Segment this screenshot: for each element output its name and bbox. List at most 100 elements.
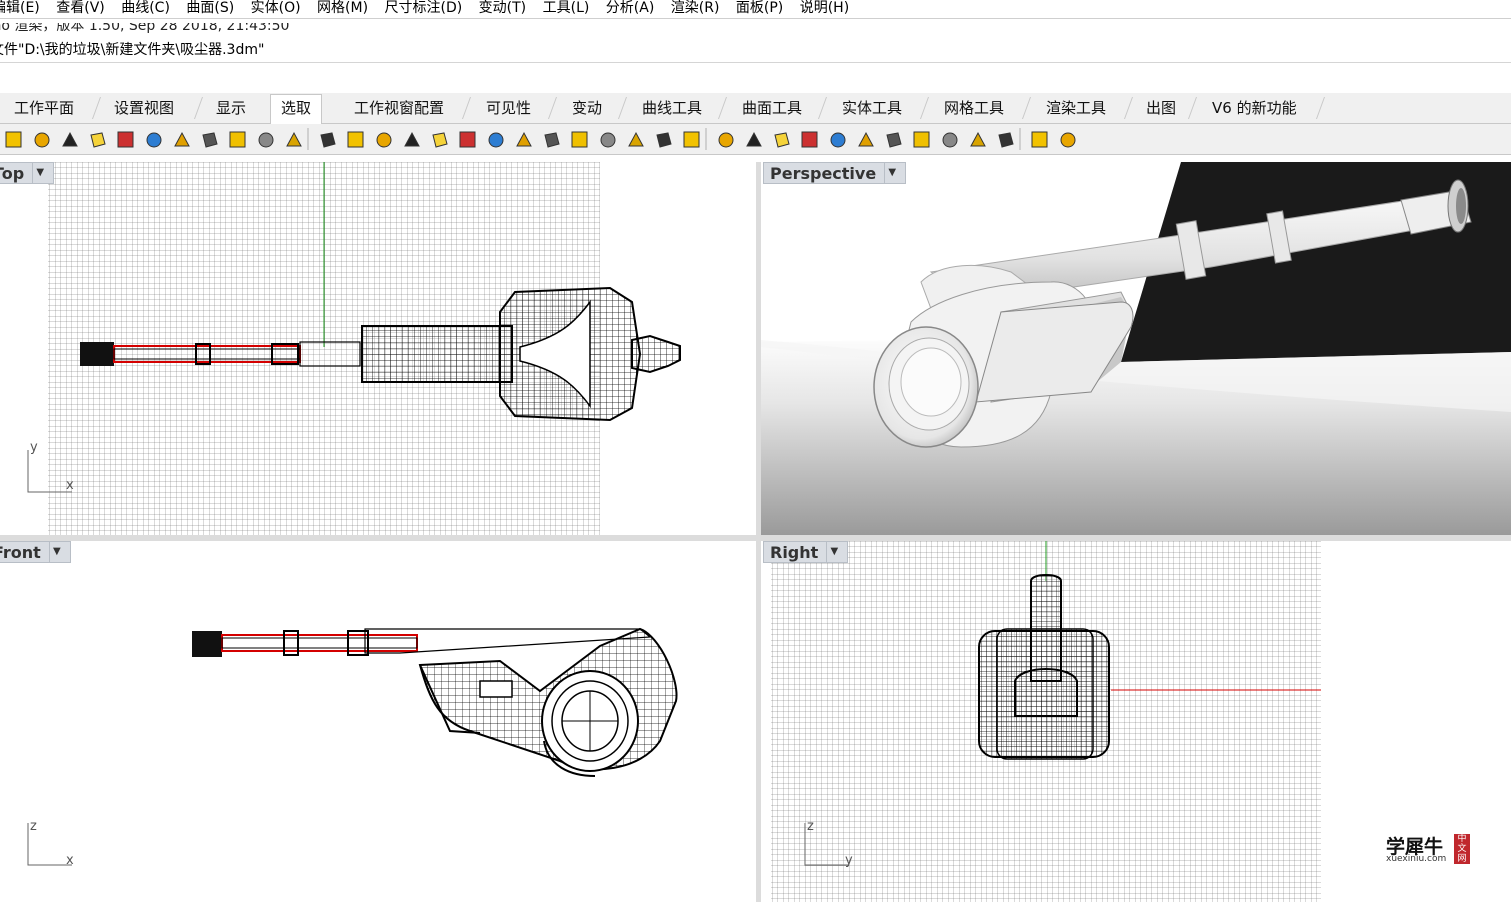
render-icon[interactable] — [404, 131, 420, 147]
ruler-icon[interactable] — [886, 132, 902, 148]
viewport-label-front[interactable]: Front ▼ — [0, 541, 71, 563]
tab-surface-tools[interactable]: 曲面工具 — [732, 95, 812, 121]
hatch-icon[interactable] — [347, 131, 364, 148]
surface-icon[interactable] — [5, 131, 22, 148]
chevron-down-icon[interactable]: ▼ — [884, 163, 899, 183]
material-icon[interactable] — [774, 132, 790, 148]
menu-analyze[interactable]: 分析(A) — [606, 0, 655, 16]
frame-icon[interactable] — [942, 132, 958, 148]
curve-icon[interactable] — [62, 131, 78, 147]
spiral-icon[interactable] — [600, 132, 616, 148]
key-icon[interactable] — [1031, 131, 1048, 148]
move-icon[interactable] — [488, 132, 504, 148]
menu-render[interactable]: 渲染(R) — [671, 0, 720, 16]
dimension-icon[interactable] — [683, 131, 700, 148]
viewport-splitter-vertical[interactable] — [756, 162, 761, 902]
link-icon[interactable] — [656, 132, 672, 148]
tab-separator — [617, 97, 628, 119]
chevron-down-icon[interactable]: ▼ — [32, 163, 47, 183]
viewport-label-text: Perspective — [770, 164, 877, 183]
menu-curve[interactable]: 曲线(C) — [121, 0, 170, 16]
object-icon[interactable] — [202, 132, 218, 148]
viewport-label-perspective[interactable]: Perspective ▼ — [763, 162, 907, 184]
tool-icon[interactable] — [998, 132, 1014, 148]
menu-mesh[interactable]: 网格(M) — [317, 0, 368, 16]
transform-icon[interactable] — [376, 132, 392, 148]
cube-icon[interactable] — [34, 132, 50, 148]
extrude-icon[interactable] — [459, 131, 476, 148]
tab-separator — [717, 97, 728, 119]
tab-display[interactable]: 显示 — [206, 95, 256, 121]
cloud-icon[interactable] — [258, 132, 274, 148]
toolbar-icons[interactable] — [0, 124, 1100, 154]
viewport-label-text: Top — [0, 164, 25, 183]
analyze-icon[interactable] — [571, 131, 588, 148]
menu-tools[interactable]: 工具(L) — [543, 0, 590, 16]
menu-dimension[interactable]: 尺寸标注(D) — [385, 0, 463, 16]
tab-separator — [919, 97, 930, 119]
mesh-icon[interactable] — [544, 132, 560, 148]
command-input[interactable] — [0, 62, 1511, 87]
box-icon[interactable] — [146, 132, 162, 148]
sphere-icon[interactable] — [432, 132, 448, 148]
tab-separator — [193, 97, 204, 119]
viewport-label-text: Front — [0, 543, 41, 562]
tab-render-tools[interactable]: 渲染工具 — [1036, 95, 1116, 121]
tab-mesh-tools[interactable]: 网格工具 — [934, 95, 1014, 121]
solid-icon[interactable] — [286, 131, 302, 147]
tab-solid-tools[interactable]: 实体工具 — [832, 95, 912, 121]
viewport-label-top[interactable]: Top ▼ — [0, 162, 55, 184]
menu-panels[interactable]: 面板(P) — [736, 0, 783, 16]
edit-icon[interactable] — [516, 131, 532, 147]
filter-icon[interactable] — [858, 131, 874, 147]
menu-help[interactable]: 说明(H) — [800, 0, 849, 16]
box-icon[interactable] — [1060, 132, 1076, 148]
axis-label-x: x — [66, 478, 74, 493]
circle-icon[interactable] — [718, 132, 734, 148]
toolbar-tab-bar: 工作平面 设置视图 显示 选取 工作视窗配置 可见性 变动 曲线工具 曲面工具 … — [0, 93, 1511, 124]
menu-surface[interactable]: 曲面(S) — [186, 0, 234, 16]
watermark-logo: 学犀牛 xuexiniu.com 中文网 — [1380, 832, 1474, 866]
color-icon[interactable] — [174, 131, 190, 147]
text-icon[interactable] — [117, 131, 134, 148]
watermark-tag: 中文网 — [1454, 834, 1470, 864]
tab-transform[interactable]: 变动 — [562, 95, 612, 121]
axis-label-z: z — [807, 819, 814, 834]
solid-icon[interactable] — [913, 131, 930, 148]
brush-icon[interactable] — [801, 131, 818, 148]
chevron-down-icon[interactable]: ▼ — [48, 542, 64, 562]
top-grid-and-model — [48, 162, 681, 535]
tab-drafting[interactable]: 出图 — [1136, 95, 1186, 121]
tab-separator — [91, 97, 102, 119]
chevron-down-icon[interactable]: ▼ — [826, 542, 841, 562]
tab-v6-new[interactable]: V6 的新功能 — [1202, 95, 1307, 121]
viewport-front[interactable]: Front ▼ z x — [0, 541, 756, 902]
tab-curve-tools[interactable]: 曲线工具 — [632, 95, 712, 121]
tab-separator — [1021, 97, 1032, 119]
tab-cplanes[interactable]: 工作平面 — [4, 95, 84, 121]
menu-solid[interactable]: 实体(O) — [251, 0, 301, 16]
watermark-url: xuexiniu.com — [1386, 854, 1447, 864]
cube-icon[interactable] — [746, 131, 762, 147]
zoom-icon[interactable] — [830, 132, 846, 148]
menu-view[interactable]: 查看(V) — [56, 0, 105, 16]
viewport-splitter-horizontal[interactable] — [0, 535, 1511, 541]
tab-set-view[interactable]: 设置视图 — [104, 95, 184, 121]
tab-select[interactable]: 选取 — [270, 94, 323, 124]
menu-edit[interactable]: 编辑(E) — [0, 0, 40, 16]
command-history-line: Rhino 渲染，版本 1.50, Sep 28 2018, 21:43:50 — [0, 18, 290, 34]
wrench-icon[interactable] — [970, 131, 986, 147]
command-history: Rhino 渲染，版本 1.50, Sep 28 2018, 21:43:50 … — [0, 18, 1511, 63]
trash-icon[interactable] — [90, 132, 106, 148]
shape-icon[interactable] — [320, 132, 336, 148]
viewport-top[interactable]: Top ▼ y x — [0, 162, 756, 535]
viewport-label-right[interactable]: Right ▼ — [763, 541, 849, 563]
gear-icon[interactable] — [628, 131, 644, 147]
points-icon[interactable] — [229, 131, 246, 148]
tab-separator — [817, 97, 828, 119]
viewport-perspective[interactable]: Perspective ▼ — [761, 162, 1511, 535]
menu-transform[interactable]: 变动(T) — [479, 0, 526, 16]
tab-separator — [1123, 97, 1134, 119]
tab-viewport-layout[interactable]: 工作视窗配置 — [344, 95, 454, 121]
tab-visibility[interactable]: 可见性 — [476, 95, 541, 121]
